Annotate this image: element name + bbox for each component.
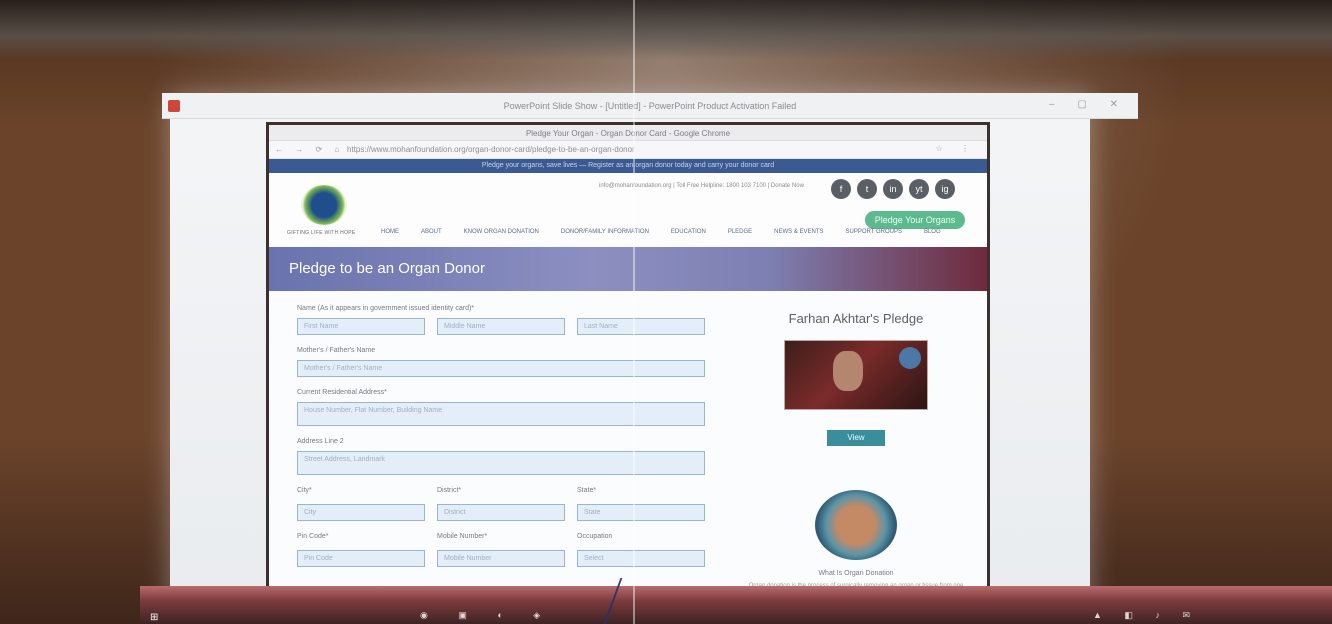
pledge-video-thumbnail[interactable] <box>784 340 928 410</box>
window-controls[interactable]: – ▢ ✕ <box>1049 99 1128 110</box>
url-field[interactable]: https://www.mohanfoundation.org/organ-do… <box>347 145 847 154</box>
nav-pledge[interactable]: PLEDGE <box>728 229 752 235</box>
nav-donor-family-info[interactable]: DONOR/FAMILY INFORMATION <box>561 229 649 235</box>
taskbar-pinned-apps[interactable]: ◉ ▣ ◐ ◈ <box>420 610 554 621</box>
browser-nav-buttons[interactable]: ← → ⟳ ⌂ <box>275 145 344 154</box>
mobile-label: Mobile Number* <box>437 533 488 540</box>
address-label: Current Residential Address* <box>297 389 387 396</box>
nav-know-organ-donation[interactable]: KNOW ORGAN DONATION <box>464 229 539 235</box>
browser-menu-icon[interactable]: ☆ ⋮ <box>936 144 977 153</box>
nav-support-groups[interactable]: SUPPORT GROUPS <box>846 229 902 235</box>
address-input[interactable]: House Number, Flat Number, Building Name <box>297 402 705 426</box>
address2-input[interactable]: Street Address, Landmark <box>297 451 705 475</box>
nav-news-events[interactable]: NEWS & EVENTS <box>774 229 823 235</box>
presentation-titlebar: PowerPoint Slide Show - [Untitled] - Pow… <box>162 93 1138 119</box>
city-input[interactable]: City <box>297 504 425 521</box>
system-tray[interactable]: ▲ ◧ ♪ ✉ <box>1093 610 1200 621</box>
pledge-form: Name (As it appears in government issued… <box>297 305 717 579</box>
page-banner: Pledge to be an Organ Donor <box>269 247 987 291</box>
linkedin-icon[interactable]: in <box>883 179 903 199</box>
pledge-sidebar: Farhan Akhtar's Pledge View What Is Orga… <box>741 311 971 595</box>
organ-donation-caption[interactable]: What Is Organ Donation <box>741 570 971 577</box>
contact-info[interactable]: info@mohanfoundation.org | Toll Free Hel… <box>599 183 804 189</box>
main-navigation: HOME ABOUT KNOW ORGAN DONATION DONOR/FAM… <box>381 229 941 235</box>
photo-scan-line <box>633 0 635 624</box>
nav-about[interactable]: ABOUT <box>421 229 442 235</box>
address2-label: Address Line 2 <box>297 438 344 445</box>
instagram-icon[interactable]: ig <box>935 179 955 199</box>
nav-home[interactable]: HOME <box>381 229 399 235</box>
occupation-label: Occupation <box>577 533 613 540</box>
pincode-input[interactable]: Pin Code <box>297 550 425 567</box>
view-button[interactable]: View <box>827 430 885 446</box>
name-label: Name (As it appears in government issued… <box>297 305 475 312</box>
parent-name-input[interactable]: Mother's / Father's Name <box>297 360 705 377</box>
city-label: City* <box>297 487 312 494</box>
occupation-select[interactable]: Select <box>577 550 705 567</box>
site-logo[interactable] <box>301 185 347 225</box>
pledge-cta-button[interactable]: Pledge Your Organs <box>865 211 965 229</box>
last-name-input[interactable]: Last Name <box>577 318 705 335</box>
presentation-title: PowerPoint Slide Show - [Untitled] - Pow… <box>503 101 797 111</box>
first-name-input[interactable]: First Name <box>297 318 425 335</box>
facebook-icon[interactable]: f <box>831 179 851 199</box>
district-input[interactable]: District <box>437 504 565 521</box>
district-label: District* <box>437 487 462 494</box>
browser-tab-title[interactable]: Pledge Your Organ - Organ Donor Card - G… <box>269 129 987 138</box>
mobile-input[interactable]: Mobile Number <box>437 550 565 567</box>
youtube-icon[interactable]: yt <box>909 179 929 199</box>
browser-tabstrip: Pledge Your Organ - Organ Donor Card - G… <box>269 125 987 141</box>
state-input[interactable]: State <box>577 504 705 521</box>
announcement-bar[interactable]: Pledge your organs, save lives — Registe… <box>269 159 987 173</box>
video-person <box>833 351 863 391</box>
pincode-label: Pin Code* <box>297 533 329 540</box>
state-label: State* <box>577 487 597 494</box>
sidebar-title: Farhan Akhtar's Pledge <box>788 311 924 326</box>
windows-taskbar: ⊞ ◉ ▣ ◐ ◈ ▲ ◧ ♪ ✉ <box>140 586 1332 624</box>
nav-education[interactable]: EDUCATION <box>671 229 706 235</box>
start-button-icon[interactable]: ⊞ <box>150 612 158 623</box>
parent-name-label: Mother's / Father's Name <box>297 347 376 354</box>
browser-window: Pledge Your Organ - Organ Donor Card - G… <box>266 122 990 608</box>
nav-blog[interactable]: BLOG <box>924 229 941 235</box>
browser-address-bar: ← → ⟳ ⌂ https://www.mohanfoundation.org/… <box>269 141 987 159</box>
ceiling <box>0 0 1332 60</box>
middle-name-input[interactable]: Middle Name <box>437 318 565 335</box>
logo-tagline: GIFTING LIFE WITH HOPE <box>287 230 356 236</box>
video-badge-icon <box>899 347 921 369</box>
organ-donation-icon[interactable] <box>815 490 897 560</box>
site-header: GIFTING LIFE WITH HOPE info@mohanfoundat… <box>269 173 987 243</box>
social-links: f t in yt ig <box>831 179 955 199</box>
twitter-icon[interactable]: t <box>857 179 877 199</box>
